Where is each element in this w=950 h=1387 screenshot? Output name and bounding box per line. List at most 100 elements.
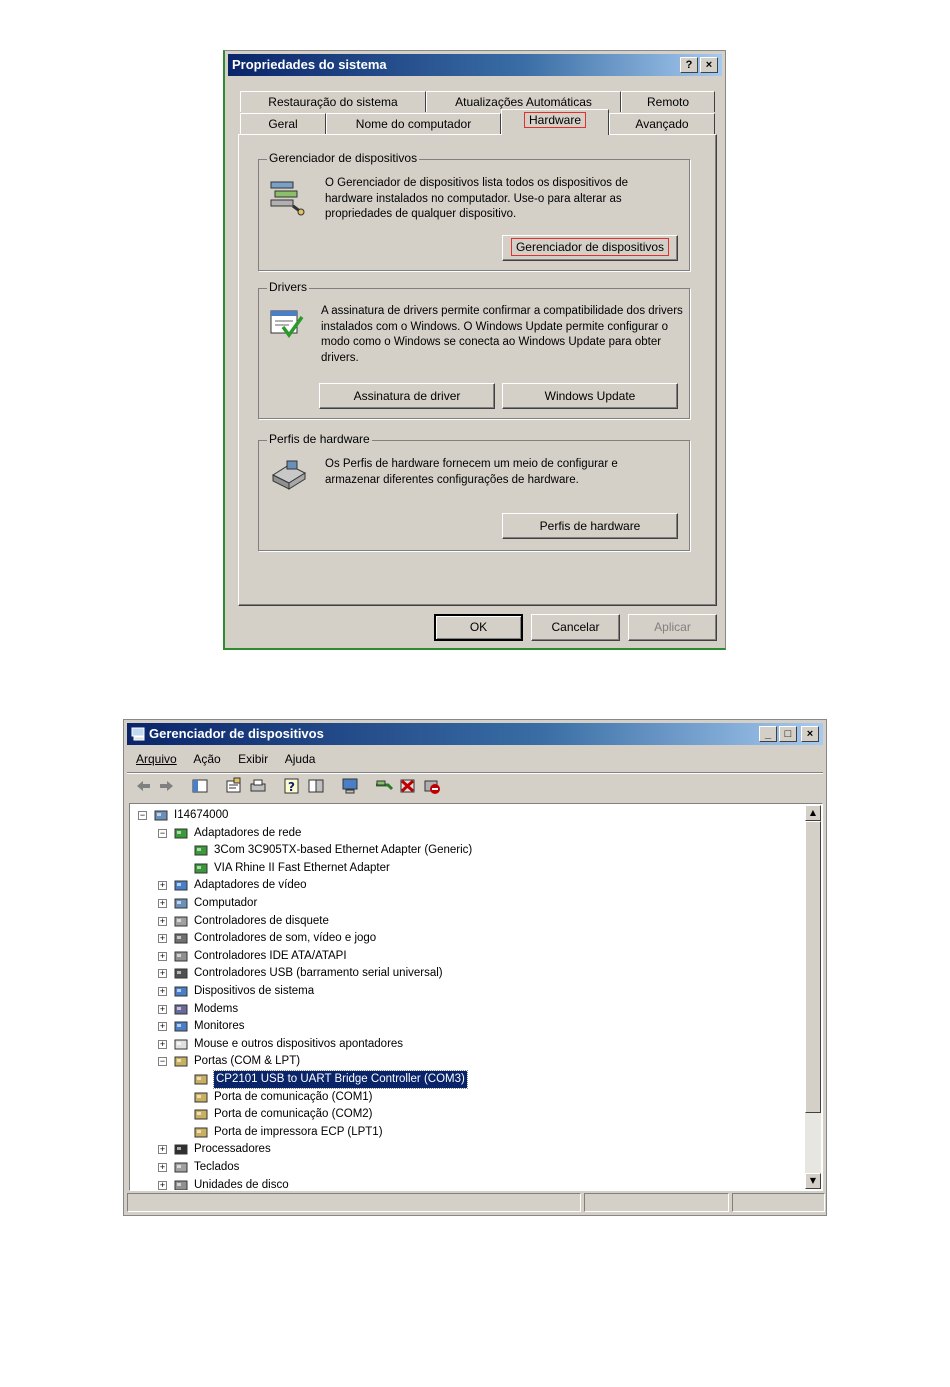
tree-item[interactable]: + Adaptadores de vídeo <box>130 877 804 894</box>
tab-nome-computador[interactable]: Nome do computador <box>326 113 501 134</box>
hardware-profiles-button[interactable]: Perfis de hardware <box>502 513 678 539</box>
tree-item-label: Modems <box>194 1002 239 1015</box>
close-button[interactable]: × <box>700 57 718 73</box>
tree-item[interactable]: + Unidades de disco <box>130 1177 804 1190</box>
tab-hardware[interactable]: Hardware <box>501 109 609 135</box>
forward-arrow-icon[interactable] <box>156 777 176 795</box>
tree-item[interactable]: Porta de comunicação (COM1) <box>130 1089 804 1106</box>
toolbar: ? <box>134 777 474 797</box>
expand-icon[interactable]: + <box>158 1163 167 1172</box>
tree-item-label: Mouse e outros dispositivos apontadores <box>194 1037 404 1050</box>
windows-update-button[interactable]: Windows Update <box>502 383 678 409</box>
device-manager-titlebar[interactable]: Gerenciador de dispositivos _ □ × <box>127 723 823 745</box>
expand-icon[interactable]: + <box>158 1180 167 1190</box>
ok-button[interactable]: OK <box>434 614 523 641</box>
hardware-profiles-group: Perfis de hardware Os Perfis de hardware… <box>258 432 690 551</box>
expand-icon[interactable]: + <box>158 1004 167 1014</box>
tree-item[interactable]: Porta de comunicação (COM2) <box>130 1106 804 1123</box>
help-button[interactable]: ? <box>680 57 698 73</box>
tree-item-label: Adaptadores de vídeo <box>194 879 307 892</box>
sound-icon <box>174 933 188 944</box>
tree-item[interactable]: + Mouse e outros dispositivos apontadores <box>130 1036 804 1053</box>
monitor-icon <box>174 1021 188 1032</box>
tree-item-label: Porta de impressora ECP (LPT1) <box>214 1125 383 1138</box>
uninstall-icon[interactable] <box>398 777 418 795</box>
print-icon[interactable] <box>248 777 268 795</box>
tree-item[interactable]: Porta de impressora ECP (LPT1) <box>130 1124 804 1141</box>
back-arrow-icon[interactable] <box>134 777 154 795</box>
tree-item[interactable]: + Dispositivos de sistema <box>130 983 804 1000</box>
svg-text:?: ? <box>288 780 295 794</box>
update-driver-icon[interactable] <box>374 777 394 795</box>
tree-item[interactable]: + Controladores de disquete <box>130 913 804 930</box>
expand-icon[interactable]: + <box>158 1022 167 1032</box>
tree-item[interactable]: 3Com 3C905TX-based Ethernet Adapter (Gen… <box>130 842 804 859</box>
menu-acao[interactable]: Ação <box>193 752 220 766</box>
menu-separator <box>127 772 823 774</box>
minimize-button[interactable]: _ <box>759 726 777 742</box>
help-icon[interactable]: ? <box>282 777 302 795</box>
menu-ajuda[interactable]: Ajuda <box>285 752 316 766</box>
tree-item[interactable]: + Computador <box>130 895 804 912</box>
tree-item[interactable]: + Teclados <box>130 1159 804 1176</box>
tree-item[interactable]: + Controladores USB (barramento serial un… <box>130 965 804 982</box>
expand-icon[interactable]: + <box>158 951 167 961</box>
expand-icon[interactable]: + <box>158 1145 167 1155</box>
tree-item[interactable]: + Monitores <box>130 1018 804 1035</box>
port-icon <box>194 1127 208 1138</box>
driver-signing-button[interactable]: Assinatura de driver <box>319 383 495 409</box>
collapse-icon[interactable]: − <box>138 811 147 820</box>
tab-restauracao[interactable]: Restauração do sistema <box>240 91 426 112</box>
tree-item-label: Portas (COM & LPT) <box>194 1055 301 1068</box>
apply-button[interactable]: Aplicar <box>628 614 717 641</box>
keyboard-icon <box>174 1162 188 1173</box>
cancel-button[interactable]: Cancelar <box>531 614 620 641</box>
expand-icon[interactable]: + <box>158 969 167 979</box>
maximize-button[interactable]: □ <box>779 726 797 742</box>
port-icon <box>194 1109 208 1120</box>
disable-device-icon[interactable] <box>422 777 442 795</box>
collapse-icon[interactable]: − <box>158 1057 167 1067</box>
tree-item[interactable]: + Controladores IDE ATA/ATAPI <box>130 948 804 965</box>
tree-item[interactable]: + Controladores de som, vídeo e jogo <box>130 930 804 947</box>
expand-icon[interactable]: + <box>158 881 167 891</box>
expand-icon[interactable]: + <box>158 899 167 908</box>
tree-item[interactable]: VIA Rhine II Fast Ethernet Adapter <box>130 860 804 877</box>
tree-item[interactable]: CP2101 USB to UART Bridge Controller (CO… <box>130 1070 804 1089</box>
expand-icon[interactable]: + <box>158 934 167 944</box>
view-icon[interactable] <box>306 777 326 795</box>
tree-item[interactable]: + Modems <box>130 1001 804 1018</box>
properties-icon[interactable] <box>224 777 244 795</box>
show-hide-tree-icon[interactable] <box>190 777 210 795</box>
vertical-scrollbar[interactable]: ▲ ▼ <box>805 805 821 1189</box>
monitor-scan-icon[interactable] <box>340 777 360 795</box>
hardware-profiles-icon <box>271 460 307 490</box>
hardware-profiles-group-label: Perfis de hardware <box>267 432 372 446</box>
collapse-icon[interactable]: − <box>158 828 167 838</box>
expand-icon[interactable]: + <box>158 1039 167 1049</box>
menu-arquivo[interactable]: Arquivo <box>136 752 177 766</box>
device-manager-title-icon <box>131 727 145 741</box>
device-manager-button[interactable]: Gerenciador de dispositivos <box>502 235 678 261</box>
scroll-up-button[interactable]: ▲ <box>805 805 821 821</box>
tab-avancado[interactable]: Avançado <box>609 113 715 134</box>
tree-item[interactable]: + Processadores <box>130 1141 804 1158</box>
display-icon <box>174 880 188 891</box>
tree-item[interactable]: − Adaptadores de rede <box>130 825 804 842</box>
tree-item-label: 3Com 3C905TX-based Ethernet Adapter (Gen… <box>214 844 473 857</box>
scroll-down-button[interactable]: ▼ <box>805 1173 821 1189</box>
tree-item[interactable]: − Portas (COM & LPT) <box>130 1053 804 1070</box>
close-button[interactable]: × <box>801 726 819 742</box>
tab-remoto[interactable]: Remoto <box>621 91 715 112</box>
modem-icon <box>174 1004 188 1015</box>
expand-icon[interactable]: + <box>158 987 167 996</box>
expand-icon[interactable]: + <box>158 916 167 926</box>
menu-exibir[interactable]: Exibir <box>238 752 268 766</box>
tree-item-label: Unidades de disco <box>194 1178 289 1190</box>
scroll-thumb[interactable] <box>805 821 821 1113</box>
tab-geral[interactable]: Geral <box>240 113 326 134</box>
tree-item-label: Teclados <box>194 1161 240 1173</box>
network-card-icon <box>194 845 208 856</box>
tree-item[interactable]: − I14674000 <box>130 807 804 824</box>
system-properties-titlebar[interactable]: Propriedades do sistema ? × <box>228 54 722 76</box>
